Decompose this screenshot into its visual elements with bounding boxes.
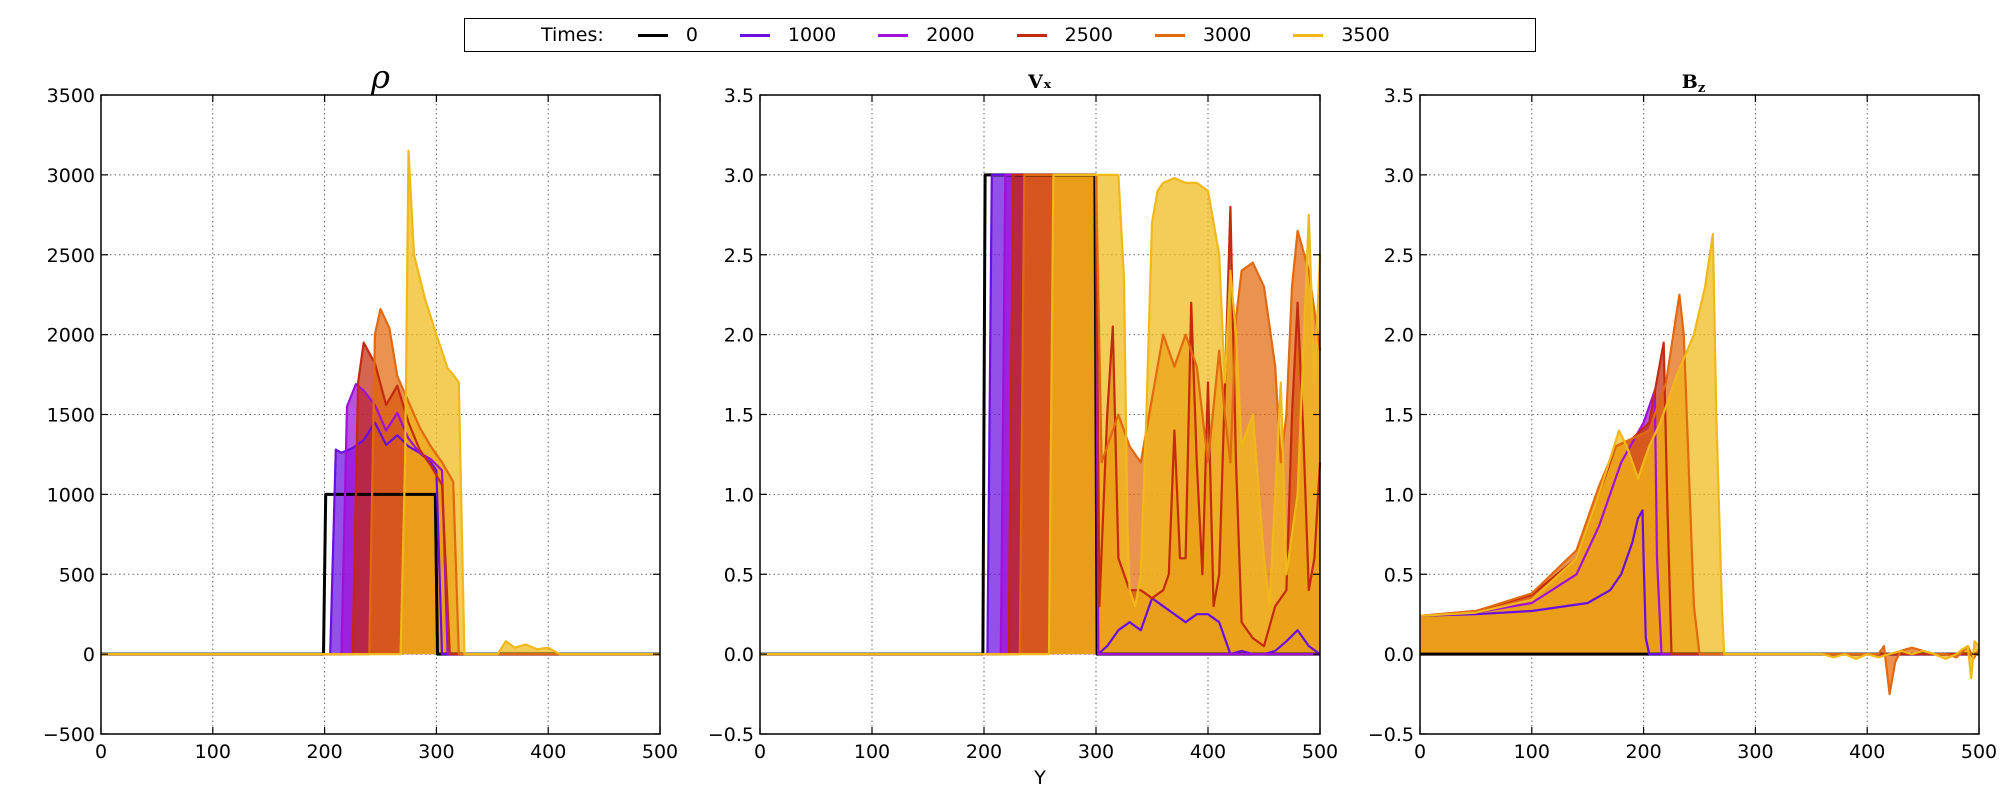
x-tick-label: 300 — [1737, 741, 1773, 763]
y-tick-label: 1.0 — [1384, 484, 1414, 506]
y-tick-label: 3.5 — [1384, 85, 1414, 107]
y-tick-label: 0 — [83, 644, 95, 666]
x-tick-label: 200 — [306, 741, 342, 763]
x-tick-label: 400 — [1190, 741, 1226, 763]
y-tick-label: 3.0 — [724, 165, 754, 187]
x-tick-label: 300 — [1078, 741, 1114, 763]
x-tick-label: 0 — [95, 741, 107, 763]
x-tick-label: 100 — [1514, 741, 1550, 763]
panel-bz: 0 100 200 300 400 500 −0.5 0.0 0.5 1.0 1.5 2.0 2.5 3.… — [1368, 71, 1997, 763]
y-tick-label: 3.5 — [724, 85, 754, 107]
y-tick-label: 0.0 — [1384, 644, 1414, 666]
y-tick-label: 3500 — [47, 85, 95, 107]
y-tick-label: −0.5 — [708, 724, 754, 746]
x-tick-label: 200 — [1625, 741, 1661, 763]
y-tick-label: 3.0 — [1384, 165, 1414, 187]
y-tick-label: 0.5 — [1384, 564, 1414, 586]
x-tick-label: 0 — [754, 741, 766, 763]
x-tick-label: 500 — [1961, 741, 1997, 763]
y-tick-label: 1500 — [47, 405, 95, 427]
y-tick-label: 2.5 — [724, 245, 754, 267]
y-tick-label: 2500 — [47, 245, 95, 267]
y-tick-label: 0.0 — [724, 644, 754, 666]
x-tick-label: 0 — [1414, 741, 1426, 763]
y-tick-label: 1.5 — [724, 405, 754, 427]
panel-vx: 0 100 200 300 400 500 −0.5 0.0 0.5 1.0 1.5 2.0 2.5 3.… — [708, 71, 1338, 789]
y-tick-label: 2.0 — [1384, 325, 1414, 347]
x-axis-label: Y — [1033, 767, 1046, 789]
y-tick-label: −500 — [43, 724, 95, 746]
y-tick-label: 500 — [59, 564, 95, 586]
series-fill-3500 — [1420, 234, 1979, 679]
panel-title: Bz — [1682, 71, 1705, 96]
series-fill-3000 — [101, 309, 660, 655]
x-tick-label: 300 — [418, 741, 454, 763]
y-tick-label: 1000 — [47, 484, 95, 506]
y-tick-label: 3000 — [47, 165, 95, 187]
y-tick-label: 0.5 — [724, 564, 754, 586]
x-tick-label: 500 — [642, 741, 678, 763]
x-tick-label: 400 — [530, 741, 566, 763]
panel-title: ρ — [370, 58, 390, 96]
y-tick-label: 2.0 — [724, 325, 754, 347]
figure: 0 100 200 300 400 500−50005001000150020002500… — [43, 58, 1997, 789]
y-tick-label: 2000 — [47, 325, 95, 347]
y-tick-label: 1.5 — [1384, 405, 1414, 427]
x-tick-label: 200 — [966, 741, 1002, 763]
x-tick-label: 100 — [195, 741, 231, 763]
x-tick-label: 400 — [1849, 741, 1885, 763]
panel-rho: 0 100 200 300 400 500−50005001000150020002500… — [43, 58, 678, 763]
panel-title: Vₓ — [1027, 71, 1052, 93]
panel-title-subscript: z — [1698, 81, 1705, 96]
y-tick-label: 1.0 — [724, 484, 754, 506]
y-tick-label: 2.5 — [1384, 245, 1414, 267]
y-tick-label: −0.5 — [1368, 724, 1414, 746]
x-tick-label: 500 — [1302, 741, 1338, 763]
x-tick-label: 100 — [854, 741, 890, 763]
